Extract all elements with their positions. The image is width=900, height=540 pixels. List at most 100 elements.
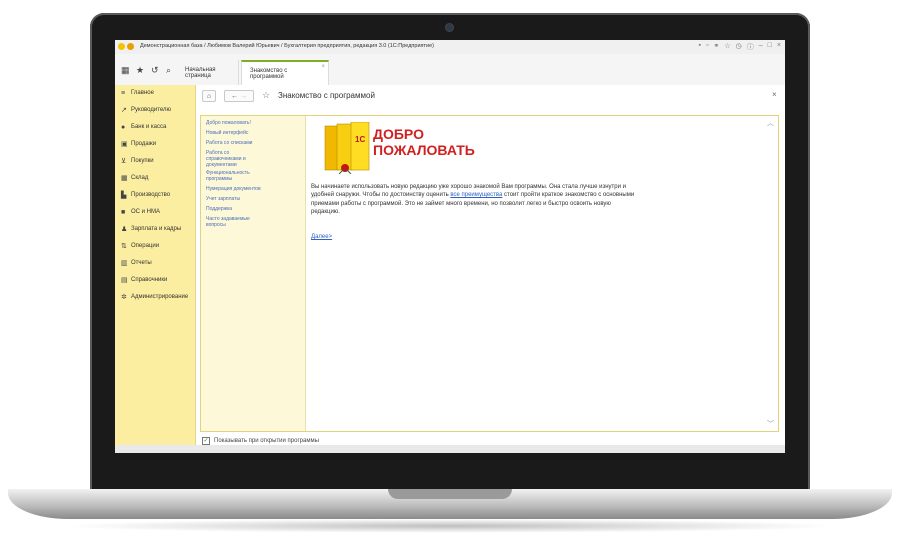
- laptop-shadow: [60, 519, 840, 533]
- show-on-start-checkbox[interactable]: ✓: [202, 437, 210, 445]
- sidebar-item-label: Банк и касса: [131, 124, 167, 130]
- gear-icon: ✲: [121, 294, 127, 301]
- title-bar: Демонстрационная база / Любимов Валерий …: [115, 40, 785, 55]
- welcome-text: Вы начинаете использовать новую редакцию…: [311, 183, 641, 216]
- sidebar-item-manager[interactable]: ↗ Руководителю: [121, 104, 171, 116]
- tab-close-icon[interactable]: ×: [321, 64, 325, 70]
- sidebar-item-label: Администрирование: [131, 294, 189, 300]
- sidebar-item-production[interactable]: ▙ Производство: [121, 189, 170, 201]
- sidebar-item-label: Продажи: [131, 141, 157, 147]
- warehouse-icon: ▦: [121, 175, 128, 182]
- help-link-lists[interactable]: Работа со списками: [206, 140, 298, 146]
- sidebar-item-label: Зарплата и кадры: [131, 226, 182, 232]
- maximize-icon[interactable]: □: [768, 42, 772, 52]
- form-close-icon[interactable]: ×: [772, 90, 777, 99]
- notification-icon[interactable]: ☆: [724, 42, 730, 52]
- sidebar-item-main[interactable]: ≡ Главное: [121, 87, 154, 99]
- help-link-functionality[interactable]: Функциональность программы: [206, 170, 261, 182]
- sidebar-item-sales[interactable]: ▣ Продажи: [121, 138, 156, 150]
- show-on-start-label: Показывать при открытии программы: [214, 438, 319, 444]
- tab-home[interactable]: Начальная страница: [177, 60, 239, 85]
- book-icon: ▤: [121, 277, 128, 284]
- next-link[interactable]: Далее>: [311, 234, 332, 240]
- help-link-welcome[interactable]: Добро пожаловать!: [206, 120, 298, 126]
- sidebar-item-reports[interactable]: ▥ Отчеты: [121, 257, 152, 269]
- sidebar-item-warehouse[interactable]: ▦ Склад: [121, 172, 148, 184]
- form-title: Знакомство с программой: [278, 91, 375, 100]
- help-link-catalogs[interactable]: Работа со справочниками и документами: [206, 150, 256, 168]
- logo-1c-text: 1С: [355, 135, 365, 144]
- sidebar-item-label: ОС и НМА: [131, 209, 161, 215]
- operations-icon: ⇅: [121, 243, 127, 250]
- help-link-numbering[interactable]: Нумерация документов: [206, 186, 298, 192]
- sidebar-item-label: Операции: [131, 243, 160, 249]
- help-link-faq[interactable]: Часто задаваемые вопросы: [206, 216, 256, 228]
- status-bar: [115, 445, 785, 453]
- camera-icon: [446, 24, 453, 31]
- assets-icon: ■: [121, 208, 126, 216]
- sidebar: ≡ Главное ↗ Руководителю ● Банк и касса ▣ Пр…: [115, 85, 196, 453]
- laptop-notch: [388, 489, 512, 499]
- history-icon[interactable]: ↺: [151, 65, 159, 76]
- sidebar-item-bank[interactable]: ● Банк и касса: [121, 121, 166, 133]
- favorite-star-icon[interactable]: ☆: [262, 90, 270, 101]
- link-icon[interactable]: ⚭: [714, 42, 720, 52]
- sidebar-item-label: Производство: [131, 192, 171, 198]
- favorites-star-icon[interactable]: ★: [136, 65, 144, 76]
- window-title: Демонстрационная база / Любимов Валерий …: [140, 43, 434, 49]
- scroll-down-icon[interactable]: ﹀: [767, 419, 774, 429]
- save-icon[interactable]: ▪: [699, 42, 701, 52]
- sidebar-item-label: Руководителю: [131, 107, 172, 113]
- history-icon[interactable]: ◷: [736, 42, 742, 52]
- home-button[interactable]: ⌂: [202, 90, 216, 102]
- help-link-support[interactable]: Поддержка: [206, 206, 298, 212]
- help-link-payroll[interactable]: Учет зарплаты: [206, 196, 298, 202]
- chart-icon: ↗: [121, 107, 127, 114]
- sidebar-item-label: Покупки: [131, 158, 154, 164]
- bag-icon: ▣: [121, 141, 128, 148]
- form-toolbar: ⌂ ← → ☆ Знакомство с программой ×: [202, 90, 782, 104]
- sidebar-item-operations[interactable]: ⇅ Операции: [121, 240, 159, 252]
- close-icon[interactable]: ×: [777, 42, 781, 52]
- sidebar-item-label: Справочники: [131, 277, 168, 283]
- app-logo-icon: [118, 43, 125, 50]
- help-nav: Добро пожаловать! Новый интерфейс Работа…: [201, 116, 306, 431]
- tab-bar: ▦ ★ ↺ ⌕ Начальная страница Знакомство с …: [115, 54, 785, 86]
- search-icon[interactable]: ⌕: [166, 65, 171, 76]
- app-menu-icon[interactable]: [127, 43, 134, 50]
- sidebar-item-assets[interactable]: ■ ОС и НМА: [121, 206, 160, 218]
- info-icon[interactable]: ⓘ: [747, 42, 754, 52]
- product-boxes-image: 1С: [324, 122, 370, 174]
- bank-icon: ●: [121, 123, 126, 131]
- tab-intro[interactable]: Знакомство с программой ×: [241, 60, 329, 85]
- welcome-heading-line2: ПОЖАЛОВАТЬ: [373, 142, 475, 158]
- welcome-heading-line1: ДОБРО: [373, 126, 424, 142]
- sidebar-item-purchases[interactable]: ⊻ Покупки: [121, 155, 154, 167]
- sidebar-item-label: Склад: [131, 175, 149, 181]
- sidebar-item-catalogs[interactable]: ▤ Справочники: [121, 274, 167, 286]
- advantages-link[interactable]: все преимущества: [450, 192, 502, 198]
- sidebar-item-label: Отчеты: [131, 260, 152, 266]
- grid-menu-icon[interactable]: ▦: [121, 65, 130, 76]
- back-icon[interactable]: ←: [231, 93, 238, 100]
- main-content: ⌂ ← → ☆ Знакомство с программой × Добро …: [196, 85, 785, 453]
- scroll-up-icon[interactable]: ︿: [767, 118, 774, 128]
- title-bar-tools: ▪ ▫ ⚭ ☆ ◷ ⓘ – □ ×: [699, 42, 781, 52]
- menu-icon: ≡: [121, 89, 126, 97]
- person-icon: ♟: [121, 226, 128, 233]
- help-link-interface[interactable]: Новый интерфейс: [206, 130, 298, 136]
- report-icon: ▥: [121, 260, 128, 267]
- help-panel: Добро пожаловать! Новый интерфейс Работа…: [200, 115, 779, 432]
- print-icon[interactable]: ▫: [706, 42, 708, 52]
- factory-icon: ▙: [121, 192, 127, 199]
- tab-label: Знакомство с программой: [250, 67, 288, 80]
- sidebar-item-payroll[interactable]: ♟ Зарплата и кадры: [121, 223, 181, 235]
- checkmark-icon: ✓: [203, 438, 209, 444]
- minimize-icon[interactable]: –: [759, 42, 763, 52]
- forward-icon[interactable]: →: [240, 93, 247, 100]
- home-icon: ⌂: [206, 92, 212, 100]
- cart-icon: ⊻: [121, 158, 127, 165]
- tab-label: Начальная страница: [185, 66, 216, 79]
- sidebar-item-label: Главное: [131, 90, 154, 96]
- sidebar-item-admin[interactable]: ✲ Администрирование: [121, 291, 188, 303]
